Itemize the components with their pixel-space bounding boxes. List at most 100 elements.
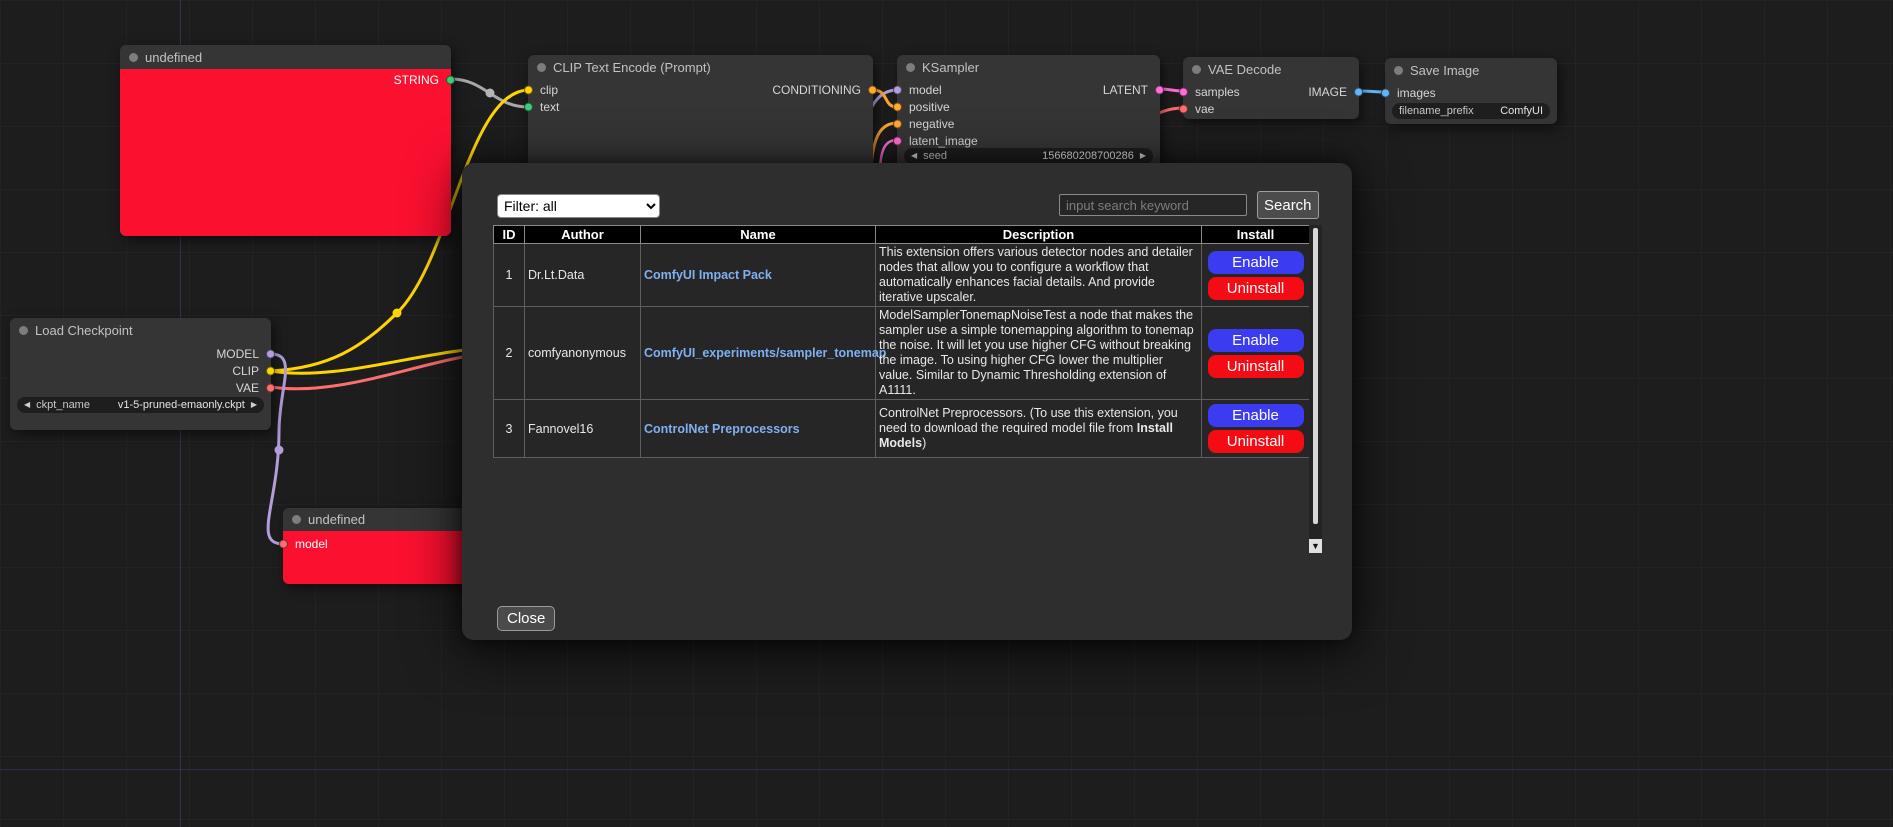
extension-id: 1 — [494, 244, 525, 307]
close-button[interactable]: Close — [497, 606, 555, 631]
slot-label: MODEL — [216, 347, 259, 361]
search-input[interactable] — [1059, 194, 1247, 216]
wire-midpoint-dot — [393, 309, 402, 318]
next-arrow-icon[interactable]: ▶ — [251, 397, 257, 413]
slot-row: images — [1385, 84, 1557, 101]
uninstall-button[interactable]: Uninstall — [1208, 277, 1304, 300]
slot-label: clip — [540, 83, 558, 97]
extension-author: Dr.Lt.Data — [525, 244, 641, 307]
search-button[interactable]: Search — [1257, 191, 1319, 219]
node-header[interactable]: Save Image — [1385, 58, 1557, 82]
slot-label: samples — [1195, 85, 1240, 99]
node-header[interactable]: VAE Decode — [1183, 57, 1359, 81]
node-undefined-top[interactable]: undefined STRING — [120, 45, 451, 236]
extension-row: 3 Fannovel16 ControlNet Preprocessors Co… — [494, 400, 1310, 458]
latent-image-input-port[interactable] — [893, 136, 902, 145]
positive-input-port[interactable] — [893, 102, 902, 111]
node-header[interactable]: Load Checkpoint — [10, 318, 271, 342]
collapse-dot-icon[interactable] — [1192, 65, 1201, 74]
latent-output-port[interactable] — [1155, 85, 1164, 94]
prev-arrow-icon[interactable]: ◀ — [24, 397, 30, 413]
enable-button[interactable]: Enable — [1208, 251, 1304, 274]
extension-link[interactable]: ControlNet Preprocessors — [644, 422, 800, 436]
vae-output-port[interactable] — [266, 383, 275, 392]
slot-label: CONDITIONING — [772, 83, 861, 97]
collapse-dot-icon[interactable] — [1394, 66, 1403, 75]
node-ksampler[interactable]: KSampler model LATENT positive negative … — [897, 55, 1160, 167]
slot-label: VAE — [236, 381, 259, 395]
node-title: undefined — [145, 50, 202, 65]
node-header[interactable]: KSampler — [897, 55, 1160, 79]
graph-canvas[interactable]: undefined STRING CLIP Text Encode (Promp… — [0, 0, 1893, 827]
decrement-arrow-icon[interactable]: ◀ — [911, 148, 917, 164]
slot-row: positive — [897, 98, 1160, 115]
scroll-down-arrow-icon[interactable]: ▼ — [1309, 539, 1322, 553]
slot-label: model — [909, 83, 942, 97]
extension-link[interactable]: ComfyUI Impact Pack — [644, 268, 772, 282]
node-header[interactable]: undefined — [120, 45, 451, 69]
node-title: CLIP Text Encode (Prompt) — [553, 60, 711, 75]
string-output-port[interactable] — [446, 75, 455, 84]
slot-row: VAE — [10, 379, 271, 396]
collapse-dot-icon[interactable] — [19, 326, 28, 335]
extension-table-body: 1 Dr.Lt.Data ComfyUI Impact Pack This ex… — [494, 244, 1310, 458]
install-cell: Enable Uninstall — [1202, 244, 1310, 307]
header-install: Install — [1202, 226, 1310, 244]
node-clip-text-encode[interactable]: CLIP Text Encode (Prompt) clip CONDITION… — [528, 55, 873, 175]
uninstall-button[interactable]: Uninstall — [1208, 355, 1304, 378]
extension-description: ModelSamplerTonemapNoiseTest a node that… — [876, 307, 1202, 400]
collapse-dot-icon[interactable] — [129, 53, 138, 62]
install-cell: Enable Uninstall — [1202, 400, 1310, 458]
header-name: Name — [641, 226, 876, 244]
vae-input-port[interactable] — [1179, 104, 1188, 113]
image-output-port[interactable] — [1354, 87, 1363, 96]
clip-output-port[interactable] — [266, 366, 275, 375]
extension-id: 3 — [494, 400, 525, 458]
scrollbar-thumb[interactable] — [1313, 228, 1318, 524]
widget-label: ckpt_name — [36, 399, 90, 411]
negative-input-port[interactable] — [893, 119, 902, 128]
samples-input-port[interactable] — [1179, 87, 1188, 96]
filter-select[interactable]: Filter: all — [497, 194, 660, 218]
extension-table: ID Author Name Description Install 1 Dr.… — [493, 225, 1310, 458]
model-input-port[interactable] — [893, 85, 902, 94]
node-save-image[interactable]: Save Image images filename_prefix ComfyU… — [1385, 58, 1557, 124]
node-header[interactable]: CLIP Text Encode (Prompt) — [528, 55, 873, 79]
table-header-row: ID Author Name Description Install — [494, 226, 1310, 244]
text-input-port[interactable] — [524, 102, 533, 111]
clip-input-port[interactable] — [524, 85, 533, 94]
slot-label: negative — [909, 117, 954, 131]
ckpt-name-widget[interactable]: ◀ ckpt_name v1-5-pruned-emaonly.ckpt ▶ — [17, 397, 264, 413]
header-id: ID — [494, 226, 525, 244]
enable-button[interactable]: Enable — [1208, 404, 1304, 427]
slot-row: text — [528, 98, 873, 115]
slot-label: STRING — [394, 73, 439, 87]
scrollbar[interactable]: ▼ — [1309, 225, 1322, 553]
widget-value: v1-5-pruned-emaonly.ckpt — [118, 399, 245, 411]
install-cell: Enable Uninstall — [1202, 307, 1310, 400]
seed-widget[interactable]: ◀ seed 156680208700286 ▶ — [904, 148, 1153, 164]
widget-label: seed — [923, 150, 947, 162]
slot-label: positive — [909, 100, 950, 114]
conditioning-output-port[interactable] — [868, 85, 877, 94]
slot-row: clip CONDITIONING — [528, 81, 873, 98]
collapse-dot-icon[interactable] — [906, 63, 915, 72]
extension-table-wrapper: ID Author Name Description Install 1 Dr.… — [493, 225, 1322, 553]
uninstall-button[interactable]: Uninstall — [1208, 430, 1304, 453]
slot-label: text — [540, 100, 559, 114]
collapse-dot-icon[interactable] — [537, 63, 546, 72]
increment-arrow-icon[interactable]: ▶ — [1140, 148, 1146, 164]
filename-prefix-widget[interactable]: filename_prefix ComfyUI — [1392, 103, 1550, 119]
images-input-port[interactable] — [1381, 88, 1390, 97]
model-output-port[interactable] — [266, 349, 275, 358]
model-input-port[interactable] — [279, 539, 288, 548]
collapse-dot-icon[interactable] — [292, 515, 301, 524]
node-load-checkpoint[interactable]: Load Checkpoint MODEL CLIP VAE ◀ ckpt_na… — [10, 318, 271, 430]
extension-link[interactable]: ComfyUI_experiments/sampler_tonemap — [644, 346, 886, 360]
enable-button[interactable]: Enable — [1208, 329, 1304, 352]
slot-row: negative — [897, 115, 1160, 132]
extension-manager-dialog: Filter: all Search ID Author Name Descri… — [462, 163, 1352, 640]
widget-value: 156680208700286 — [1042, 150, 1134, 162]
node-body: MODEL CLIP VAE ◀ ckpt_name v1-5-pruned-e… — [10, 342, 271, 396]
node-vae-decode[interactable]: VAE Decode samples IMAGE vae — [1183, 57, 1359, 119]
